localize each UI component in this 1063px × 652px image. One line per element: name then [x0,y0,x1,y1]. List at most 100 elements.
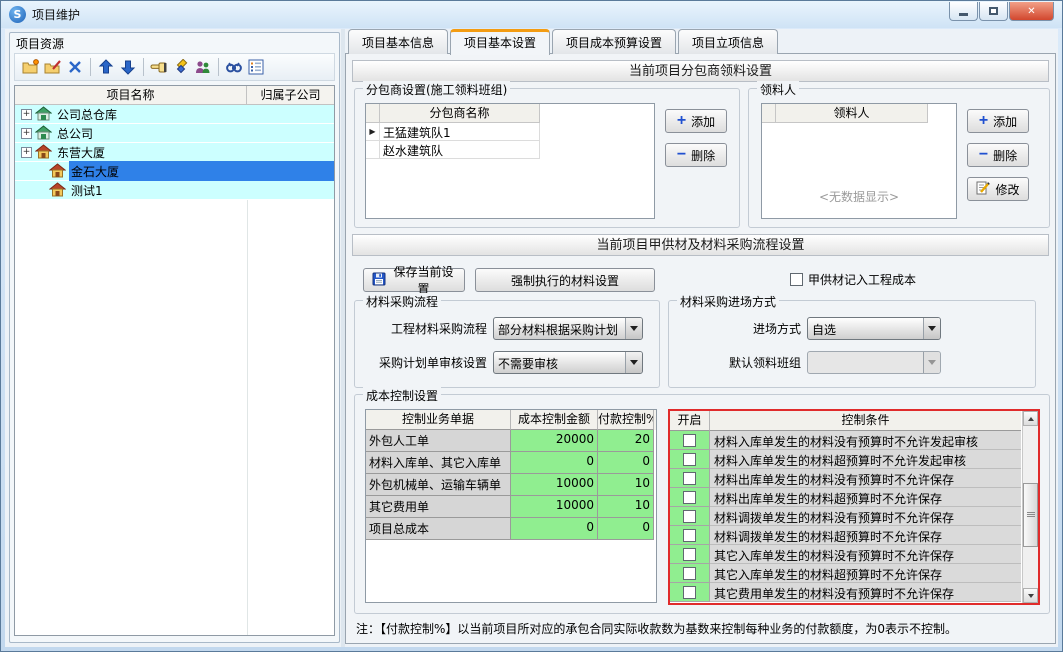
cost-table-row[interactable]: 项目总成本 0 0 [366,518,656,540]
condition-row[interactable]: 其它入库单发生的材料超预算时不允许保存 [670,564,1038,583]
hand-pointer-icon[interactable] [148,56,170,78]
owner-material-label: 甲供材记入工程成本 [808,271,916,288]
entry-mode-group: 材料采购进场方式 进场方式 自选 默认领料班组 [668,300,1036,388]
condition-checkbox[interactable] [683,567,696,580]
save-settings-button[interactable]: 保存当前设置 [363,268,465,292]
col-header-enable[interactable]: 开启 [670,411,710,431]
app-window: S 项目维护 ✕ 项目资源 [0,0,1063,652]
entry-mode-combo[interactable]: 自选 [807,317,941,340]
condition-row[interactable]: 其它入库单发生的材料没有预算时不允许保存 [670,545,1038,564]
subcontractor-grid[interactable]: 分包商名称 ▶ 王猛建筑队1 [365,103,655,219]
condition-checkbox[interactable] [683,491,696,504]
col-header-condition[interactable]: 控制条件 [710,411,1021,431]
tree-item[interactable]: 测试1 [15,181,334,200]
subcontractor-row[interactable]: 赵水建筑队 [366,141,654,159]
condition-checkbox[interactable] [683,472,696,485]
condition-checkbox[interactable] [683,586,696,599]
scroll-down-button[interactable] [1023,588,1038,603]
default-team-combo[interactable] [807,351,941,374]
eraser-icon[interactable] [170,56,192,78]
column-header-company[interactable]: 归属子公司 [247,86,334,104]
expand-icon[interactable]: + [21,128,32,139]
add-subcontractor-button[interactable]: + 添加 [665,109,727,133]
tab[interactable]: 项目基本设置 [450,29,550,55]
users-icon[interactable] [192,56,214,78]
right-panel: 项目基本信息 项目基本设置 项目成本预算设置 项目立项信息 当前项目 [345,29,1056,644]
title-bar[interactable]: S 项目维护 ✕ [1,1,1062,28]
condition-checkbox[interactable] [683,434,696,447]
vertical-scrollbar[interactable] [1022,411,1038,603]
close-button[interactable]: ✕ [1009,2,1054,21]
condition-checkbox[interactable] [683,548,696,561]
modify-picker-button[interactable]: 修改 [967,177,1029,201]
payment-control-note: 注：【付款控制%】以当前项目所对应的承包合同实际收款数为基数来控制每种业务的付款… [356,620,957,637]
flow-field1-combo[interactable]: 部分材料根据采购计划 [493,317,643,340]
tab[interactable]: 项目立项信息 [678,29,778,54]
tab-content: 当前项目分包商领料设置 分包商设置(施工领料班组) 分包商名称 [345,53,1056,644]
cost-table-row[interactable]: 其它费用单 10000 10 [366,496,656,518]
condition-row[interactable]: 材料入库单发生的材料超预算时不允许发起审核 [670,450,1038,469]
tree-item[interactable]: + 公司总仓库 [15,105,334,124]
delete-subcontractor-button[interactable]: − 删除 [665,143,727,167]
condition-row[interactable]: 其它费用单发生的材料没有预算时不允许保存 [670,583,1038,602]
control-conditions-table[interactable]: 开启 控制条件 材料入库单发生的材料没有预算时不允许发起审核 [668,409,1040,605]
owner-material-checkbox-row[interactable]: 甲供材记入工程成本 [790,271,916,288]
owner-material-checkbox[interactable] [790,273,803,286]
move-up-icon[interactable] [95,56,117,78]
condition-row[interactable]: 材料调拨单发生的材料没有预算时不允许保存 [670,507,1038,526]
picker-grid[interactable]: 领料人 <无数据显示> [761,103,957,219]
new-folder-icon[interactable] [20,56,42,78]
group-title: 领料人 [757,81,799,98]
condition-row[interactable]: 材料调拨单发生的材料超预算时不允许保存 [670,526,1038,545]
col-header-amount[interactable]: 成本控制金额 [511,410,598,430]
column-header-project-name[interactable]: 项目名称 [15,86,247,104]
grid-column-header[interactable]: 领料人 [776,104,928,123]
tree-item[interactable]: + 东营大厦 [15,143,334,162]
tree-item[interactable]: 金石大厦 [15,162,334,181]
force-material-settings-button[interactable]: 强制执行的材料设置 [475,268,655,292]
cost-table-row[interactable]: 外包人工单 20000 20 [366,430,656,452]
condition-row[interactable]: 材料出库单发生的材料超预算时不允许保存 [670,488,1038,507]
scrollbar-thumb[interactable] [1023,483,1038,547]
delete-picker-button[interactable]: − 删除 [967,143,1029,167]
chevron-down-icon[interactable] [923,318,940,339]
tab[interactable]: 项目成本预算设置 [552,29,676,54]
col-header-payment[interactable]: 付款控制% [598,410,654,430]
condition-row[interactable]: 材料入库单发生的材料没有预算时不允许发起审核 [670,431,1038,450]
project-toolbar [14,53,335,81]
grid-icon[interactable] [245,56,267,78]
chevron-down-icon[interactable] [625,352,642,373]
edit-folder-icon[interactable] [42,56,64,78]
tab[interactable]: 项目基本信息 [348,29,448,54]
tree-item[interactable]: + 总公司 [15,124,334,143]
expand-icon[interactable]: + [21,147,32,158]
search-icon[interactable] [223,56,245,78]
condition-checkbox[interactable] [683,510,696,523]
grid-column-header[interactable]: 分包商名称 [380,104,540,123]
save-icon [372,272,386,289]
scroll-up-button[interactable] [1023,411,1038,426]
expand-icon[interactable]: + [21,109,32,120]
chevron-down-icon[interactable] [625,318,642,339]
cost-table-row[interactable]: 外包机械单、运输车辆单 10000 10 [366,474,656,496]
condition-row[interactable]: 材料出库单发生的材料没有预算时不允许保存 [670,469,1038,488]
group-title: 材料采购进场方式 [677,293,779,310]
cost-control-table[interactable]: 控制业务单据 成本控制金额 付款控制% 外包人工单 20000 20 [365,409,657,603]
subcontractor-row[interactable]: ▶ 王猛建筑队1 [366,123,654,141]
material-picker-group: 领料人 领料人 <无数据显示> + 添加 − 删除 [748,88,1050,228]
chevron-down-icon [923,352,940,373]
flow-field2-combo[interactable]: 不需要审核 [493,351,643,374]
condition-checkbox[interactable] [683,453,696,466]
cost-table-row[interactable]: 材料入库单、其它入库单 0 0 [366,452,656,474]
condition-checkbox[interactable] [683,529,696,542]
project-tree: 项目名称 归属子公司 + [14,85,335,636]
move-down-icon[interactable] [117,56,139,78]
minimize-button[interactable] [949,2,978,21]
col-header-doc[interactable]: 控制业务单据 [366,410,511,430]
section-header-purchase: 当前项目甲供材及材料采购流程设置 [352,234,1049,256]
delete-icon[interactable] [64,56,86,78]
add-picker-button[interactable]: + 添加 [967,109,1029,133]
restore-button[interactable] [979,2,1008,21]
procurement-flow-group: 材料采购流程 工程材料采购流程 部分材料根据采购计划 采购计划单审核设置 不需要… [354,300,660,388]
group-title: 分包商设置(施工领料班组) [363,81,510,98]
